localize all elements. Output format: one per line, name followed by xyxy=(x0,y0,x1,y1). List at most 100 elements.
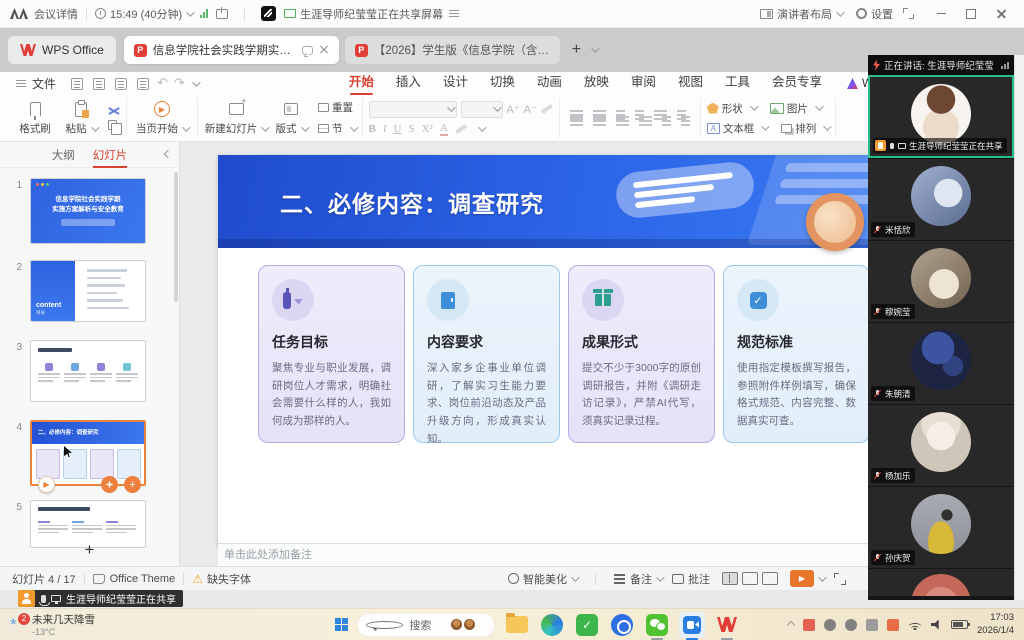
file-explorer-icon[interactable] xyxy=(504,612,530,638)
decrease-indent-icon[interactable] xyxy=(616,110,625,112)
font-family-select[interactable] xyxy=(369,101,457,118)
start-button[interactable] xyxy=(335,618,348,631)
numbered-list-icon[interactable] xyxy=(593,110,606,112)
increase-indent-icon[interactable] xyxy=(635,110,644,112)
slide-thumbnail-2[interactable]: content目录 xyxy=(30,260,146,322)
volume-icon[interactable] xyxy=(931,620,942,630)
share-icon[interactable] xyxy=(216,9,228,19)
slide-thumbnail-1[interactable]: 信息学院社会实践学期实施方案解析与安全教育 xyxy=(30,178,146,244)
video-tile-presenter[interactable]: 生涯导师纪莹莹正在共享 xyxy=(868,75,1014,158)
line-spacing-icon[interactable] xyxy=(677,110,686,112)
browser-app-icon[interactable] xyxy=(609,612,635,638)
taskbar-clock[interactable]: 17:03 2026/1/4 xyxy=(977,612,1014,637)
battery-icon[interactable] xyxy=(951,620,968,629)
tab-home[interactable]: 开始 xyxy=(338,72,385,95)
clear-format-icon[interactable] xyxy=(541,104,553,114)
card-result-form[interactable]: 成果形式 提交不少于3000字的原创调研报告，并附《调研走访记录》，严禁AI代写… xyxy=(568,265,715,443)
card-content-require[interactable]: 内容要求 深入家乡企事业单位调研，了解实习生能力要求、岗位前沿动态及产品升级方向… xyxy=(413,265,560,443)
settings-button[interactable]: 设置 xyxy=(871,6,893,22)
shapes-button[interactable]: 形状 xyxy=(707,101,756,116)
new-slide-button[interactable]: 新建幻灯片 xyxy=(204,100,268,136)
comment-bubble-icon[interactable] xyxy=(302,46,313,55)
increase-font-button[interactable]: A⁺ xyxy=(507,103,520,116)
video-tile-partial[interactable] xyxy=(868,569,1014,596)
meeting-details-link[interactable]: 会议详情 xyxy=(34,6,78,22)
network-signal-icon[interactable] xyxy=(200,9,208,18)
file-menu[interactable]: 文件 xyxy=(10,75,56,92)
sharing-status-badge[interactable]: 生涯导师纪莹莹正在共享 xyxy=(18,590,183,607)
chevron-down-icon[interactable] xyxy=(478,123,486,131)
edge-browser-icon[interactable] xyxy=(539,612,565,638)
slide-title[interactable]: 二、必修内容：调查研究 xyxy=(280,185,544,219)
notes-button[interactable]: 备注 xyxy=(614,571,662,587)
comments-button[interactable]: 批注 xyxy=(672,571,710,587)
section-button[interactable]: 节 xyxy=(318,121,356,136)
tray-expand-icon[interactable] xyxy=(787,620,795,628)
wps-taskbar-icon[interactable] xyxy=(714,612,740,638)
preview-icon[interactable] xyxy=(137,78,149,90)
arrange-button[interactable]: 排列 xyxy=(781,121,829,136)
align-center-icon[interactable] xyxy=(593,116,606,118)
text-align-options-icon[interactable] xyxy=(681,116,690,118)
strikethrough-button[interactable]: S xyxy=(408,123,414,135)
text-direction-icon[interactable] xyxy=(654,110,667,112)
mic-tray-icon[interactable] xyxy=(866,619,878,631)
security-app-icon[interactable] xyxy=(803,619,815,631)
close-tab-icon[interactable] xyxy=(319,45,329,55)
tab-insert[interactable]: 插入 xyxy=(385,72,432,95)
document-tab-active[interactable]: P 信息学院社会实践学期实施方... xyxy=(124,36,339,64)
wifi-icon[interactable] xyxy=(908,620,922,630)
thumbnail-scrollbar[interactable] xyxy=(174,172,178,302)
sharing-menu-icon[interactable] xyxy=(449,13,459,15)
start-from-current-button[interactable]: ▶当页开始 xyxy=(133,100,191,136)
tab-outline[interactable]: 大纲 xyxy=(52,147,75,163)
tab-review[interactable]: 审阅 xyxy=(620,72,667,95)
tab-tools[interactable]: 工具 xyxy=(714,72,761,95)
align-right-icon[interactable] xyxy=(616,116,629,118)
picture-button[interactable]: 图片 xyxy=(770,101,821,116)
eye-protect-icon[interactable] xyxy=(824,619,836,631)
tab-design[interactable]: 设计 xyxy=(432,72,479,95)
fullscreen-icon[interactable] xyxy=(903,8,914,19)
theme-name[interactable]: Office Theme xyxy=(110,573,176,585)
maximize-button[interactable] xyxy=(958,5,984,23)
copy-icon[interactable] xyxy=(108,120,117,130)
speaker-layout-button[interactable]: 演讲者布局 xyxy=(777,6,832,22)
chevron-down-icon[interactable] xyxy=(836,8,844,16)
window-scrollbar-strip[interactable] xyxy=(1014,55,1024,600)
slide-thumbnail-3[interactable] xyxy=(30,340,146,402)
font-size-select[interactable] xyxy=(461,101,503,118)
highlight-pen-icon[interactable] xyxy=(455,123,467,133)
collapse-panel-icon[interactable] xyxy=(164,150,172,158)
redo-icon[interactable]: ↷ xyxy=(174,76,185,91)
beautify-button[interactable] xyxy=(101,476,118,493)
format-painter-button[interactable]: 格式刷 xyxy=(12,100,58,136)
cut-icon[interactable] xyxy=(108,106,120,116)
decrease-font-button[interactable]: A⁻ xyxy=(524,103,537,116)
sync-icon[interactable] xyxy=(845,619,857,631)
slide-layout-button[interactable]: 版式 xyxy=(268,100,314,136)
play-from-slide-button[interactable]: ▶ xyxy=(38,476,55,493)
justify-icon[interactable] xyxy=(639,116,652,118)
video-tile[interactable]: 杨加乐 xyxy=(868,405,1014,486)
output-icon[interactable] xyxy=(93,78,105,90)
missing-font-notice[interactable]: 缺失字体 xyxy=(207,571,251,587)
tab-transition[interactable]: 切换 xyxy=(479,72,526,95)
bullet-list-icon[interactable] xyxy=(570,110,583,112)
new-tab-button[interactable]: + xyxy=(566,41,587,59)
video-tile[interactable]: 朱朝清 xyxy=(868,323,1014,404)
tab-view[interactable]: 视图 xyxy=(667,72,714,95)
wechat-icon[interactable] xyxy=(644,612,670,638)
print-icon[interactable] xyxy=(115,78,127,90)
tab-list-chevron-icon[interactable] xyxy=(591,44,599,52)
weather-widget[interactable]: *2 未来几天降雪 -13°C xyxy=(0,612,150,637)
normal-view-button[interactable] xyxy=(722,572,738,585)
fit-window-icon[interactable] xyxy=(834,573,846,585)
add-slide-quick-button[interactable]: + xyxy=(124,476,141,493)
chevron-down-icon[interactable] xyxy=(818,573,826,581)
reset-button[interactable]: 重置 xyxy=(318,100,356,115)
tab-member[interactable]: 会员专享 xyxy=(761,72,833,95)
tencent-meeting-icon[interactable] xyxy=(679,612,705,638)
minimize-button[interactable] xyxy=(928,5,954,23)
tab-slideshow[interactable]: 放映 xyxy=(573,72,620,95)
